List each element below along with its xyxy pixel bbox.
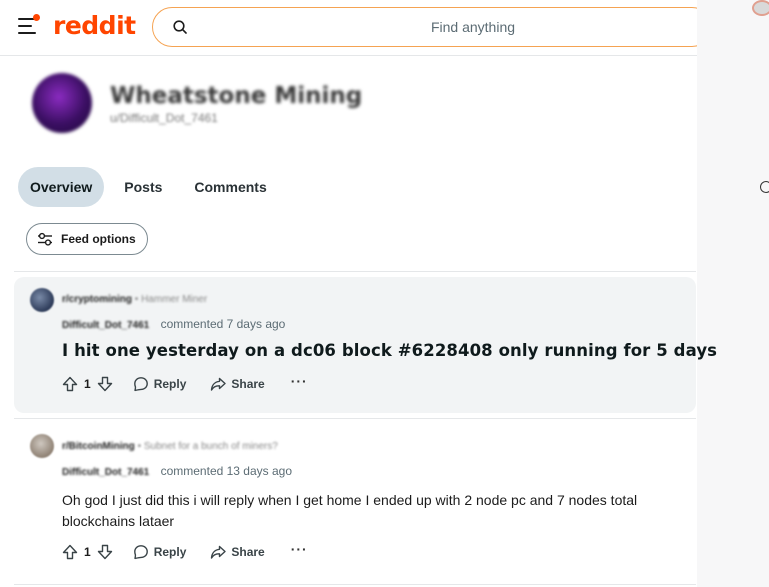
comment-author-line: Difficult_Dot_7461 commented 7 days ago <box>62 317 285 331</box>
reply-label: Reply <box>153 377 187 391</box>
tab-comments[interactable]: Comments <box>182 167 278 207</box>
divider <box>14 584 696 585</box>
divider <box>14 271 696 272</box>
subreddit-avatar[interactable] <box>30 288 54 312</box>
comment-author[interactable]: Difficult_Dot_7461 <box>62 320 149 331</box>
upvote-icon <box>62 376 78 392</box>
post-title[interactable]: Hammer Miner <box>141 294 207 305</box>
upvote-button[interactable] <box>62 544 78 560</box>
subreddit-avatar[interactable] <box>30 434 54 458</box>
downvote-button[interactable] <box>97 544 113 560</box>
comment-card[interactable]: r/cryptomining • Hammer Miner Difficult_… <box>14 277 717 413</box>
sliders-icon <box>38 232 52 246</box>
share-button[interactable]: Share <box>210 544 265 560</box>
reddit-logo[interactable]: reddit <box>53 11 136 40</box>
subreddit-name[interactable]: r/BitcoinMining <box>62 441 135 452</box>
profile-display-name: Wheatstone Mining <box>110 83 363 109</box>
profile-username: u/Difficult_Dot_7461 <box>110 111 218 125</box>
top-bar: reddit <box>0 0 733 56</box>
vote-count: 1 <box>84 545 91 559</box>
notification-dot <box>33 14 40 21</box>
tab-posts[interactable]: Posts <box>112 167 174 207</box>
hamburger-icon[interactable] <box>18 14 40 34</box>
comment-author[interactable]: Difficult_Dot_7461 <box>62 467 149 478</box>
downvote-button[interactable] <box>97 376 113 392</box>
upvote-icon <box>62 544 78 560</box>
comment-time: commented 13 days ago <box>160 464 293 478</box>
more-options-button[interactable]: ··· <box>291 541 308 557</box>
comment-time: commented 7 days ago <box>160 317 286 331</box>
comment-body: I hit one yesterday on a dc06 block #622… <box>62 341 718 360</box>
comment-bubble-icon <box>133 377 148 392</box>
divider <box>14 418 696 419</box>
feed-options-label: Feed options <box>61 232 136 246</box>
downvote-icon <box>97 544 112 560</box>
profile-tabs: Overview Posts Comments <box>18 167 287 207</box>
vote-count: 1 <box>84 377 91 391</box>
comment-card[interactable]: r/BitcoinMining • Subnet for a bunch of … <box>14 424 696 584</box>
subreddit-name[interactable]: r/cryptomining <box>62 294 132 305</box>
profile-avatar <box>32 73 92 133</box>
share-label: Share <box>231 377 265 391</box>
reply-button[interactable]: Reply <box>133 376 187 392</box>
comment-bubble-icon <box>133 545 148 560</box>
comment-author-line: Difficult_Dot_7461 commented 13 days ago <box>62 464 292 478</box>
search-input[interactable] <box>213 16 733 38</box>
search-icon <box>173 20 187 34</box>
post-title[interactable]: Subnet for a bunch of miners? <box>144 441 278 452</box>
tab-overview[interactable]: Overview <box>18 167 105 207</box>
more-options-button[interactable]: ··· <box>291 373 308 389</box>
search-bar[interactable] <box>152 7 733 47</box>
comment-actions: 1 Reply Share ··· <box>62 373 308 392</box>
right-sidebar <box>697 0 769 587</box>
user-avatar[interactable] <box>752 0 769 16</box>
comment-actions: 1 Reply Share ··· <box>62 541 308 560</box>
reply-button[interactable]: Reply <box>133 544 187 560</box>
comment-context: r/BitcoinMining • Subnet for a bunch of … <box>62 441 278 452</box>
downvote-icon <box>97 376 112 392</box>
reply-label: Reply <box>153 545 187 559</box>
share-label: Share <box>231 545 265 559</box>
share-button[interactable]: Share <box>210 376 265 392</box>
collapse-icon[interactable] <box>760 181 769 193</box>
feed-options-button[interactable]: Feed options <box>26 223 148 255</box>
share-arrow-icon <box>211 377 227 391</box>
comment-context: r/cryptomining • Hammer Miner <box>62 294 208 305</box>
share-arrow-icon <box>211 545 227 559</box>
comment-body: Oh god I just did this i will reply when… <box>62 492 638 529</box>
upvote-button[interactable] <box>62 376 78 392</box>
